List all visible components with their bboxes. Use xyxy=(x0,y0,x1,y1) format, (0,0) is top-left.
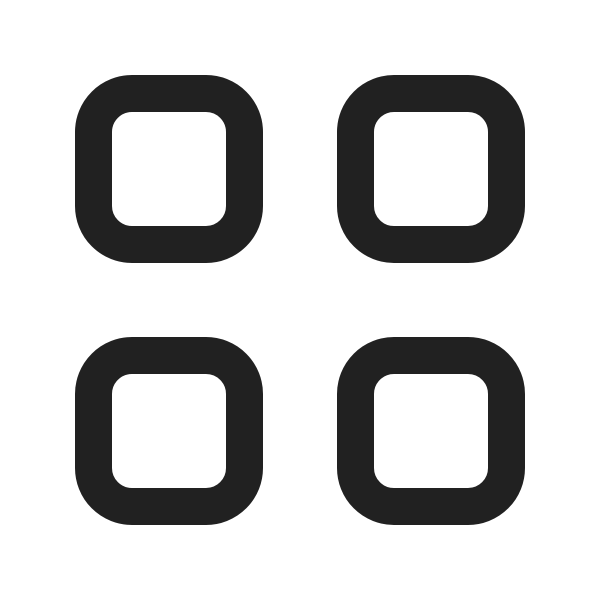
grid-tile-top-left xyxy=(75,75,263,263)
grid-tile-bottom-right xyxy=(337,337,525,525)
grid-tile-bottom-left xyxy=(75,337,263,525)
grid-tile-top-right xyxy=(337,75,525,263)
apps-grid-icon xyxy=(0,0,600,600)
